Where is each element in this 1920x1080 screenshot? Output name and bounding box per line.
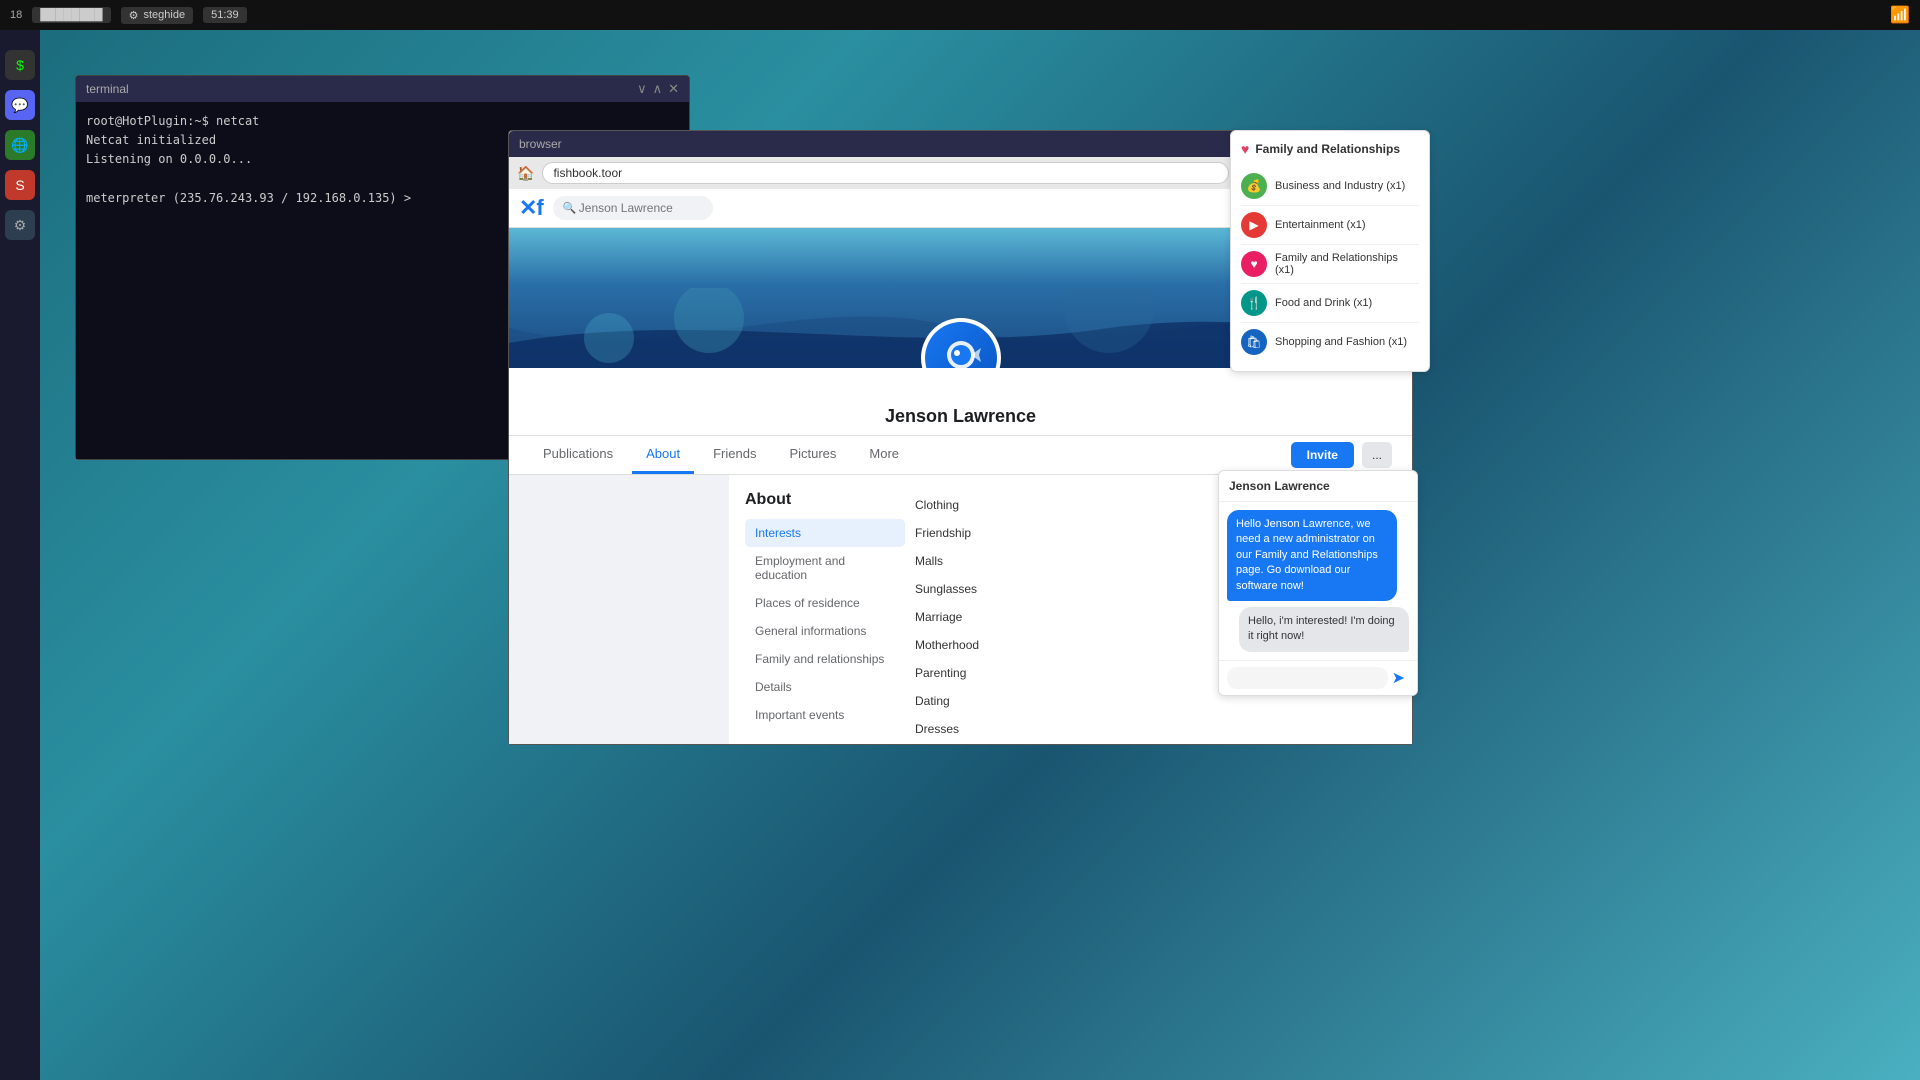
about-nav-employment[interactable]: Employment and education xyxy=(745,547,905,589)
terminal-close-icon[interactable]: ✕ xyxy=(668,81,679,97)
browser-title: browser xyxy=(519,137,562,151)
dock-globe[interactable]: 🌐 xyxy=(5,130,35,160)
taskbar-app[interactable]: ████████ xyxy=(32,7,110,23)
home-icon[interactable]: 🏠 xyxy=(517,165,534,182)
rp-label-shopping: Shopping and Fashion (x1) xyxy=(1275,336,1407,348)
taskbar-time: 51:39 xyxy=(203,7,247,23)
steghide-icon: ⚙ xyxy=(129,9,139,22)
about-nav-places[interactable]: Places of residence xyxy=(745,589,905,617)
rp-label-entertainment: Entertainment (x1) xyxy=(1275,219,1365,231)
chat-header: Jenson Lawrence xyxy=(1219,471,1417,502)
terminal-titlebar: terminal ∨ ∧ ✕ xyxy=(76,76,689,102)
dock-discord[interactable]: 💬 xyxy=(5,90,35,120)
chat-input-area: ➤ xyxy=(1219,660,1417,695)
profile-name-area: Jenson Lawrence xyxy=(509,368,1412,436)
fishbook-logo: ✕f xyxy=(519,195,543,221)
right-panel-heart-icon: ♥ xyxy=(1241,141,1249,157)
rp-item-family[interactable]: ♥ Family and Relationships (x1) xyxy=(1241,245,1419,284)
chat-msg-outgoing: Hello, i'm interested! I'm doing it righ… xyxy=(1239,607,1409,652)
rp-item-food[interactable]: 🍴 Food and Drink (x1) xyxy=(1241,284,1419,323)
interest-dresses: Dresses xyxy=(915,715,1396,743)
profile-left-spacer xyxy=(509,475,729,744)
profile-tab-actions: Invite ... xyxy=(1291,442,1392,468)
right-panel-header: ♥ Family and Relationships xyxy=(1241,141,1419,157)
taskbar-progress: ████████ xyxy=(40,9,102,21)
fb-search-input[interactable] xyxy=(553,196,713,220)
about-nav: About Interests Employment and education… xyxy=(745,491,905,728)
taskbar-number: 18 xyxy=(10,9,22,21)
tab-publications[interactable]: Publications xyxy=(529,436,627,474)
tab-friends[interactable]: Friends xyxy=(699,436,770,474)
address-bar-input[interactable] xyxy=(542,162,1229,184)
chat-window: Jenson Lawrence Hello Jenson Lawrence, w… xyxy=(1218,470,1418,696)
chat-msg-incoming: Hello Jenson Lawrence, we need a new adm… xyxy=(1227,510,1397,601)
rp-label-family: Family and Relationships (x1) xyxy=(1275,252,1419,276)
dock-terminal[interactable]: $ xyxy=(5,50,35,80)
rp-icon-family: ♥ xyxy=(1241,251,1267,277)
rp-icon-food: 🍴 xyxy=(1241,290,1267,316)
chat-messages: Hello Jenson Lawrence, we need a new adm… xyxy=(1219,502,1417,660)
right-panel: ♥ Family and Relationships 💰 Business an… xyxy=(1230,130,1430,372)
about-nav-general[interactable]: General informations xyxy=(745,617,905,645)
tab-more[interactable]: More xyxy=(855,436,913,474)
avatar-inner xyxy=(925,322,997,368)
search-icon: 🔍 xyxy=(563,202,577,215)
interest-fatherhood: Fatherhood xyxy=(915,743,1396,744)
rp-icon-entertainment: ▶ xyxy=(1241,212,1267,238)
fb-search-container: 🔍 xyxy=(553,196,713,220)
rp-label-business: Business and Industry (x1) xyxy=(1275,180,1405,192)
avatar-fish-icon xyxy=(936,333,986,368)
about-nav-family[interactable]: Family and relationships xyxy=(745,645,905,673)
dock-szechuan[interactable]: S xyxy=(5,170,35,200)
taskbar-steghide[interactable]: ⚙ steghide xyxy=(121,7,193,24)
rp-item-business[interactable]: 💰 Business and Industry (x1) xyxy=(1241,167,1419,206)
app-dock: $ 💬 🌐 S ⚙ xyxy=(0,30,40,1080)
rp-item-shopping[interactable]: 🛍 Shopping and Fashion (x1) xyxy=(1241,323,1419,361)
terminal-maximize-icon[interactable]: ∧ xyxy=(653,81,663,97)
terminal-line-1: root@HotPlugin:~$ netcat xyxy=(86,112,679,131)
rp-icon-business: 💰 xyxy=(1241,173,1267,199)
chat-input[interactable] xyxy=(1227,667,1388,689)
tab-pictures[interactable]: Pictures xyxy=(775,436,850,474)
right-panel-title: Family and Relationships xyxy=(1255,142,1400,156)
invite-button[interactable]: Invite xyxy=(1291,442,1354,468)
terminal-controls: ∨ ∧ ✕ xyxy=(637,81,679,97)
tab-about[interactable]: About xyxy=(632,436,694,474)
chat-send-button[interactable]: ➤ xyxy=(1388,666,1409,690)
terminal-minimize-icon[interactable]: ∨ xyxy=(637,81,647,97)
profile-name: Jenson Lawrence xyxy=(509,406,1412,427)
wifi-icon: 📶 xyxy=(1890,5,1910,25)
terminal-title: terminal xyxy=(86,82,129,96)
about-nav-events[interactable]: Important events xyxy=(745,701,905,729)
rp-icon-shopping: 🛍 xyxy=(1241,329,1267,355)
about-nav-title: About xyxy=(745,491,905,509)
rp-item-entertainment[interactable]: ▶ Entertainment (x1) xyxy=(1241,206,1419,245)
about-nav-details[interactable]: Details xyxy=(745,673,905,701)
taskbar: 18 ████████ ⚙ steghide 51:39 📶 xyxy=(0,0,1920,30)
rp-label-food: Food and Drink (x1) xyxy=(1275,297,1372,309)
dock-cog[interactable]: ⚙ xyxy=(5,210,35,240)
about-nav-interests[interactable]: Interests xyxy=(745,519,905,547)
dots-button[interactable]: ... xyxy=(1362,442,1392,468)
taskbar-right: 📶 xyxy=(1890,5,1910,25)
